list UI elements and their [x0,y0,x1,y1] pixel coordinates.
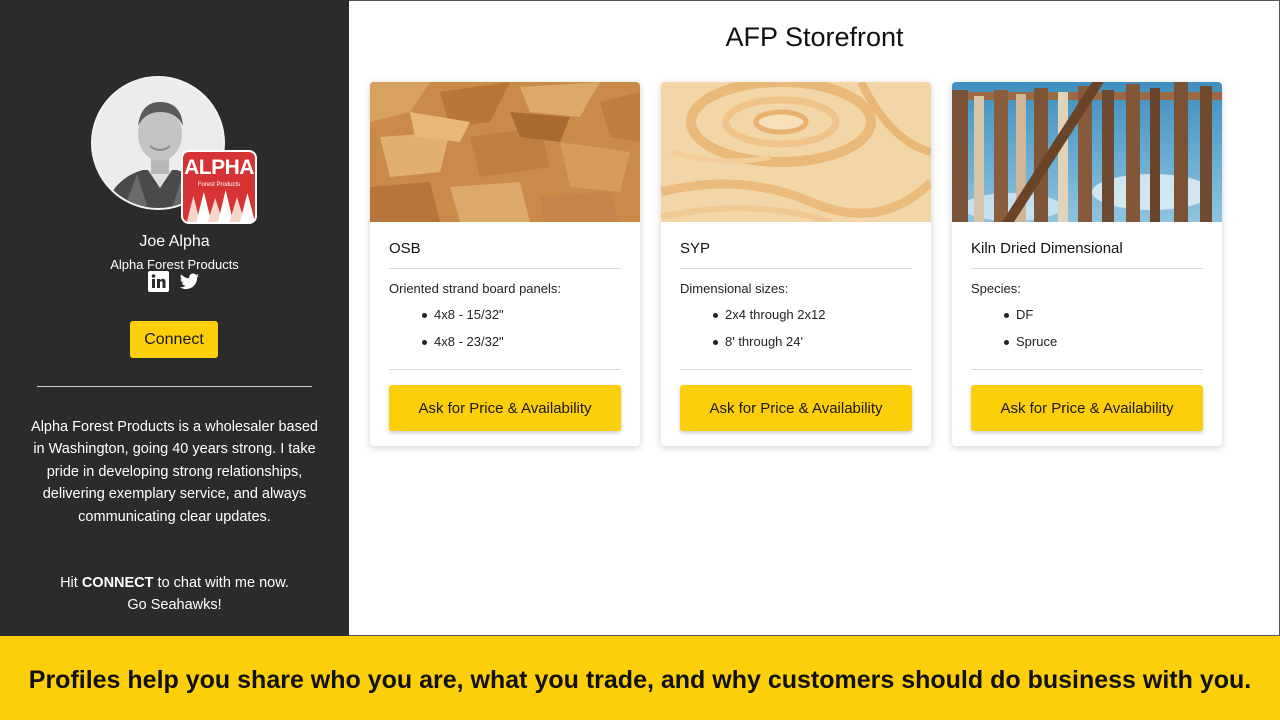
product-label: Species: [971,281,1021,296]
product-card-osb: OSB Oriented strand board panels: 4x8 - … [370,82,640,446]
social-links [148,271,202,297]
connect-button[interactable]: Connect [130,321,218,358]
framing-product-image [952,82,1222,222]
avatar-group: ALPHA Forest Products [91,76,259,226]
card-divider [971,369,1203,370]
ask-price-button-syp[interactable]: Ask for Price & Availability [680,385,912,431]
ask-price-button-osb[interactable]: Ask for Price & Availability [389,385,621,431]
list-item: 8' through 24' [695,334,825,361]
card-divider [389,268,621,269]
product-spec-list: 4x8 - 15/32" 4x8 - 23/32" [404,307,504,361]
list-item: DF [986,307,1057,334]
product-card-syp: SYP Dimensional sizes: 2x4 through 2x12 … [661,82,931,446]
profile-company: Alpha Forest Products [110,257,239,272]
card-divider [680,369,912,370]
list-item: 4x8 - 15/32" [404,307,504,334]
list-item: 2x4 through 2x12 [695,307,825,334]
product-spec-list: 2x4 through 2x12 8' through 24' [695,307,825,361]
twitter-icon[interactable] [179,273,200,296]
ask-price-button-kiln-dried[interactable]: Ask for Price & Availability [971,385,1203,431]
connect-prompt-suffix: to chat with me now. [153,575,289,591]
product-card-kiln-dried: Kiln Dried Dimensional Species: DF Spruc… [952,82,1222,446]
list-item: Spruce [986,334,1057,361]
card-divider [389,369,621,370]
profile-name: Joe Alpha [139,233,210,250]
logo-title: ALPHA [184,156,254,179]
product-title: Kiln Dried Dimensional [971,240,1123,257]
linkedin-icon[interactable] [148,271,169,297]
caption-text: Profiles help you share who you are, wha… [28,666,1252,694]
product-label: Oriented strand board panels: [389,281,561,296]
trees-icon [186,190,255,222]
page-title: AFP Storefront [725,22,904,52]
profile-sidebar: ALPHA Forest Products Joe Alpha Alpha Fo… [0,0,349,636]
card-divider [971,268,1203,269]
profile-bio: Alpha Forest Products is a wholesaler ba… [31,419,318,525]
product-label: Dimensional sizes: [680,281,789,296]
signoff-text: Go Seahawks! [127,597,222,614]
product-title: OSB [389,240,421,257]
list-item: 4x8 - 23/32" [404,334,504,361]
company-logo: ALPHA Forest Products [181,150,257,224]
product-spec-list: DF Spruce [986,307,1057,361]
connect-prompt: Hit CONNECT to chat with me now. Go Seaha… [30,572,319,617]
connect-prompt-bold: CONNECT [81,575,154,591]
syp-product-image [661,82,931,222]
osb-product-image [370,82,640,222]
caption-banner: Profiles help you share who you are, wha… [0,636,1280,720]
connect-prompt-prefix: Hit [60,575,82,591]
product-title: SYP [680,240,711,257]
card-divider [680,268,912,269]
sidebar-divider [37,386,312,387]
